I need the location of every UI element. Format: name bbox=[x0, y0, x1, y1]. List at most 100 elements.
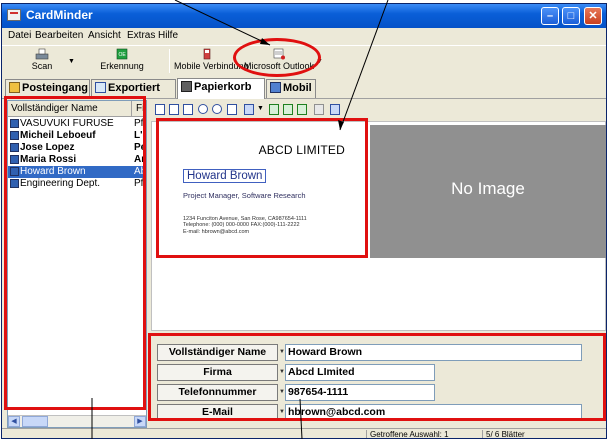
list-header: Vollständiger Name Fir bbox=[8, 101, 146, 117]
status-pages: 5/ 6 Blätter bbox=[482, 430, 602, 438]
field-dropdown-icon[interactable]: ▼ bbox=[279, 404, 285, 421]
zoom-out-icon[interactable] bbox=[212, 104, 222, 114]
window-title: CardMinder bbox=[26, 8, 93, 22]
field-label-phone[interactable]: Telefonnummer bbox=[157, 384, 278, 401]
menu-extras[interactable]: Extras bbox=[127, 30, 155, 41]
business-card-image: ABCD LIMITED Howard Brown Project Manage… bbox=[161, 129, 357, 255]
svg-text:OE: OE bbox=[119, 52, 127, 58]
firma-field[interactable]: Abcd LImited bbox=[285, 364, 435, 381]
outlook-icon bbox=[273, 48, 285, 60]
tab-posteingang[interactable]: Posteingang bbox=[5, 79, 90, 98]
fit-window-icon[interactable] bbox=[227, 104, 237, 115]
mobile-label: Mobile Verbindung bbox=[174, 61, 249, 71]
copy-icon[interactable] bbox=[314, 104, 324, 115]
folder-tabs: Posteingang Exportiert Papierkorb Mobil bbox=[2, 77, 606, 99]
column-header-name[interactable]: Vollständiger Name bbox=[8, 101, 132, 117]
column-header-company[interactable]: Fir bbox=[134, 101, 146, 117]
export-icon bbox=[95, 82, 106, 93]
tab-mobil[interactable]: Mobil bbox=[266, 79, 316, 98]
name-field[interactable]: Howard Brown bbox=[285, 344, 582, 361]
tab-exportiert-label: Exportiert bbox=[108, 82, 160, 94]
cardminder-app-icon bbox=[7, 9, 21, 21]
list-item[interactable]: VASUVUKI FURUSE Pfu bbox=[8, 118, 146, 130]
card-icon bbox=[10, 155, 19, 164]
card-icon bbox=[10, 179, 19, 188]
card-image-area: ABCD LIMITED Howard Brown Project Manage… bbox=[151, 121, 606, 331]
card-icon bbox=[10, 131, 19, 140]
tab-mobil-label: Mobil bbox=[283, 82, 312, 94]
status-bar: Getroffene Auswahl: 1 5/ 6 Blätter bbox=[2, 428, 606, 438]
list-item[interactable]: Micheil Leboeuf L'h bbox=[8, 130, 146, 142]
maximize-button[interactable]: □ bbox=[562, 7, 580, 25]
scanner-icon bbox=[35, 48, 49, 60]
mobile-connection-button[interactable]: Mobile Verbindung bbox=[174, 46, 249, 76]
horizontal-scrollbar[interactable]: ◀ ▶ bbox=[8, 415, 146, 427]
title-bar: CardMinder – □ ✕ bbox=[2, 4, 606, 28]
page-back-icon[interactable] bbox=[169, 104, 179, 115]
scroll-thumb[interactable] bbox=[22, 416, 48, 427]
menu-bar: Datei Bearbeiten Ansicht Extras Hilfe bbox=[2, 28, 606, 44]
menu-hilfe[interactable]: Hilfe bbox=[158, 30, 178, 41]
scan-dropdown-icon[interactable]: ▼ bbox=[68, 58, 75, 65]
list-item[interactable]: Jose Lopez Pe bbox=[8, 142, 146, 154]
card-email: E-mail: hbrown@abcd.com bbox=[183, 228, 250, 235]
scan-button[interactable]: Scan bbox=[16, 46, 68, 76]
phone-field[interactable]: 987654-1111 bbox=[285, 384, 435, 401]
settings-icon[interactable] bbox=[330, 104, 340, 115]
card-list-panel: Vollständiger Name Fir VASUVUKI FURUSE P… bbox=[7, 100, 147, 428]
scan-label: Scan bbox=[31, 61, 53, 71]
menu-ansicht[interactable]: Ansicht bbox=[88, 30, 121, 41]
page-both-icon[interactable] bbox=[183, 104, 193, 115]
field-select-icon[interactable] bbox=[269, 104, 279, 115]
rotate-dropdown-icon[interactable]: ▼ bbox=[257, 105, 264, 112]
app-window: CardMinder – □ ✕ Datei Bearbeiten Ansich… bbox=[1, 3, 607, 439]
main-toolbar: Scan ▼ OE Erkennung Mobile Verbindung Mi… bbox=[2, 45, 606, 75]
card-icon bbox=[10, 143, 19, 152]
card-telephone: Telephone: (000) 000-0000 FAX:(000)-111-… bbox=[183, 222, 300, 229]
mobile-phone-icon bbox=[203, 48, 211, 60]
tab-papierkorb[interactable]: Papierkorb bbox=[177, 78, 265, 99]
trash-icon bbox=[181, 81, 192, 92]
list-item[interactable]: Engineering Dept. Pfu bbox=[8, 178, 146, 190]
card-company: ABCD LIMITED bbox=[258, 143, 345, 157]
scroll-right-icon[interactable]: ▶ bbox=[134, 416, 146, 427]
field-add-icon[interactable] bbox=[283, 104, 293, 115]
field-dropdown-icon[interactable]: ▼ bbox=[279, 344, 285, 361]
status-selection: Getroffene Auswahl: 1 bbox=[366, 430, 481, 438]
zoom-in-icon[interactable] bbox=[198, 104, 208, 114]
erkennung-button[interactable]: OE Erkennung bbox=[97, 46, 147, 76]
scroll-left-icon[interactable]: ◀ bbox=[8, 416, 20, 427]
menu-datei[interactable]: Datei bbox=[8, 30, 31, 41]
field-label-firma[interactable]: Firma bbox=[157, 364, 278, 381]
field-edit-icon[interactable] bbox=[297, 104, 307, 115]
field-dropdown-icon[interactable]: ▼ bbox=[279, 384, 285, 401]
card-icon bbox=[10, 119, 19, 128]
rotate-icon[interactable] bbox=[244, 104, 254, 115]
no-image-text: No Image bbox=[451, 179, 525, 198]
field-label-email[interactable]: E-Mail bbox=[157, 404, 278, 421]
close-button[interactable]: ✕ bbox=[584, 7, 602, 25]
outlook-button[interactable]: Microsoft Outlook bbox=[241, 46, 317, 76]
card-contact-block: 1234 Funciton Avenue, San Rose, CA987654… bbox=[183, 216, 307, 235]
card-icon bbox=[10, 167, 19, 176]
tab-exportiert[interactable]: Exportiert bbox=[91, 79, 176, 98]
list-item[interactable]: Maria Rossi An bbox=[8, 154, 146, 166]
outlook-dropdown-icon[interactable]: ▼ bbox=[316, 58, 323, 65]
page-front-icon[interactable] bbox=[155, 104, 165, 115]
card-list: VASUVUKI FURUSE Pfu Micheil Leboeuf L'h … bbox=[8, 118, 146, 190]
mobile-icon bbox=[270, 82, 281, 93]
card-job-title: Project Manager, Software Research bbox=[183, 191, 306, 200]
tab-papierkorb-label: Papierkorb bbox=[194, 81, 252, 93]
card-fields-form: Vollständiger Name ▼ Howard Brown Firma … bbox=[151, 335, 606, 426]
erkennung-label: Erkennung bbox=[100, 61, 144, 71]
list-item-selected[interactable]: Howard Brown Ab bbox=[8, 166, 146, 178]
recognition-icon: OE bbox=[116, 48, 128, 60]
email-field[interactable]: hbrown@abcd.com bbox=[285, 404, 582, 421]
card-name: Howard Brown bbox=[183, 169, 267, 183]
minimize-button[interactable]: – bbox=[541, 7, 559, 25]
menu-bearbeiten[interactable]: Bearbeiten bbox=[35, 30, 83, 41]
tab-posteingang-label: Posteingang bbox=[22, 82, 89, 94]
field-label-name[interactable]: Vollständiger Name bbox=[157, 344, 278, 361]
outlook-label: Microsoft Outlook bbox=[243, 61, 315, 71]
field-dropdown-icon[interactable]: ▼ bbox=[279, 364, 285, 381]
